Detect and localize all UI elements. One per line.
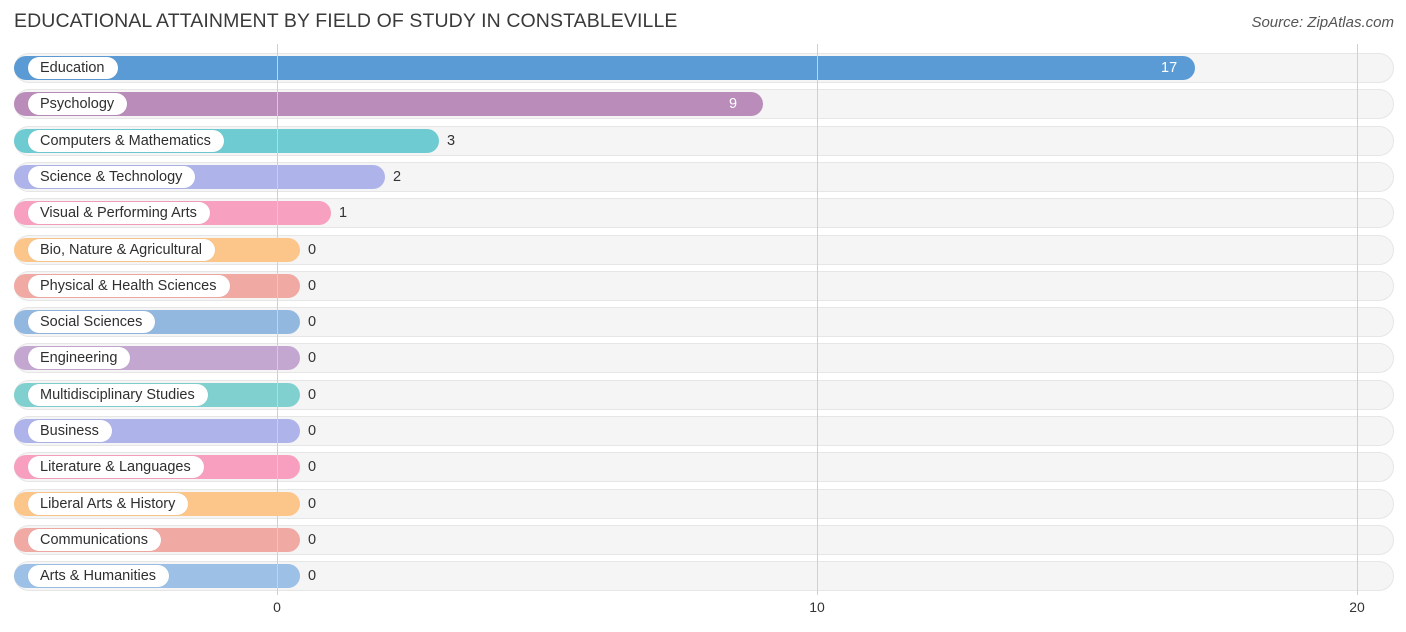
bar-value-label: 0: [308, 459, 317, 476]
bar-chart-plot-area: Education 17 Psychology 9 Computers & Mathem…: [0, 44, 1406, 595]
bar-category-label: Physical & Health Sciences: [28, 274, 230, 297]
bar-category-label: Science & Technology: [28, 165, 196, 188]
x-axis: 0 10 20: [0, 595, 1406, 632]
bar-row[interactable]: Liberal Arts & History 0: [14, 488, 1394, 519]
bar-value-label: 3: [447, 132, 456, 149]
bar-value-label: 0: [308, 350, 317, 367]
bar-row[interactable]: Science & Technology 2: [14, 161, 1394, 192]
bar-category-label: Liberal Arts & History: [28, 492, 189, 515]
bar-value-label: 0: [308, 423, 317, 439]
bar-row[interactable]: Communications 0: [14, 524, 1394, 555]
bar-row[interactable]: Business 0: [14, 416, 1394, 446]
bar-value-label: 17: [1161, 60, 1178, 76]
bar-row[interactable]: Psychology 9: [14, 89, 1394, 120]
page-title: EDUCATIONAL ATTAINMENT BY FIELD OF STUDY…: [14, 10, 678, 32]
bar-category-label: Bio, Nature & Agricultural: [28, 238, 215, 261]
gridline-10: [817, 44, 818, 595]
bar-row[interactable]: Arts & Humanities 0: [14, 561, 1394, 592]
bar-value-label: 0: [308, 277, 317, 294]
bar-category-label: Arts & Humanities: [28, 565, 170, 588]
x-tick-label-20: 20: [1349, 599, 1365, 615]
bar-value-label: 0: [308, 531, 317, 548]
bar-category-label: Visual & Performing Arts: [28, 202, 210, 225]
bar-category-label: Business: [28, 420, 112, 442]
x-tick-label-10: 10: [809, 599, 825, 615]
bar-value-label: 1: [339, 205, 348, 222]
bar-row[interactable]: Bio, Nature & Agricultural 0: [14, 234, 1394, 265]
bar-fill: [14, 56, 1195, 80]
bar-row[interactable]: Education 17: [14, 53, 1394, 83]
bar-value-label: 9: [729, 96, 738, 113]
chart-header: EDUCATIONAL ATTAINMENT BY FIELD OF STUDY…: [0, 0, 1406, 44]
x-tick-label-0: 0: [273, 599, 281, 615]
gridline-20: [1357, 44, 1358, 595]
bar-value-label: 0: [308, 568, 317, 585]
bar-value-label: 0: [308, 386, 317, 403]
bar-row[interactable]: Engineering 0: [14, 343, 1394, 374]
bar-category-label: Multidisciplinary Studies: [28, 383, 208, 406]
bar-category-label: Engineering: [28, 347, 131, 370]
bar-category-label: Psychology: [28, 93, 128, 116]
bar-row[interactable]: Computers & Mathematics 3: [14, 125, 1394, 156]
bar-category-label: Education: [28, 57, 118, 79]
bar-value-label: 2: [393, 168, 402, 185]
bar-category-label: Communications: [28, 528, 161, 551]
bar-category-label: Social Sciences: [28, 311, 156, 334]
gridline-0: [277, 44, 278, 595]
bar-category-label: Computers & Mathematics: [28, 129, 224, 152]
bar-row[interactable]: Social Sciences 0: [14, 307, 1394, 338]
bar-row[interactable]: Visual & Performing Arts 1: [14, 198, 1394, 229]
bar-row[interactable]: Physical & Health Sciences 0: [14, 270, 1394, 301]
bar-category-label: Literature & Languages: [28, 456, 204, 479]
source-attribution: Source: ZipAtlas.com: [1251, 14, 1394, 31]
bar-row[interactable]: Literature & Languages 0: [14, 452, 1394, 483]
bar-value-label: 0: [308, 241, 317, 258]
bar-row[interactable]: Multidisciplinary Studies 0: [14, 379, 1394, 410]
bar-value-label: 0: [308, 314, 317, 331]
bar-value-label: 0: [308, 495, 317, 512]
